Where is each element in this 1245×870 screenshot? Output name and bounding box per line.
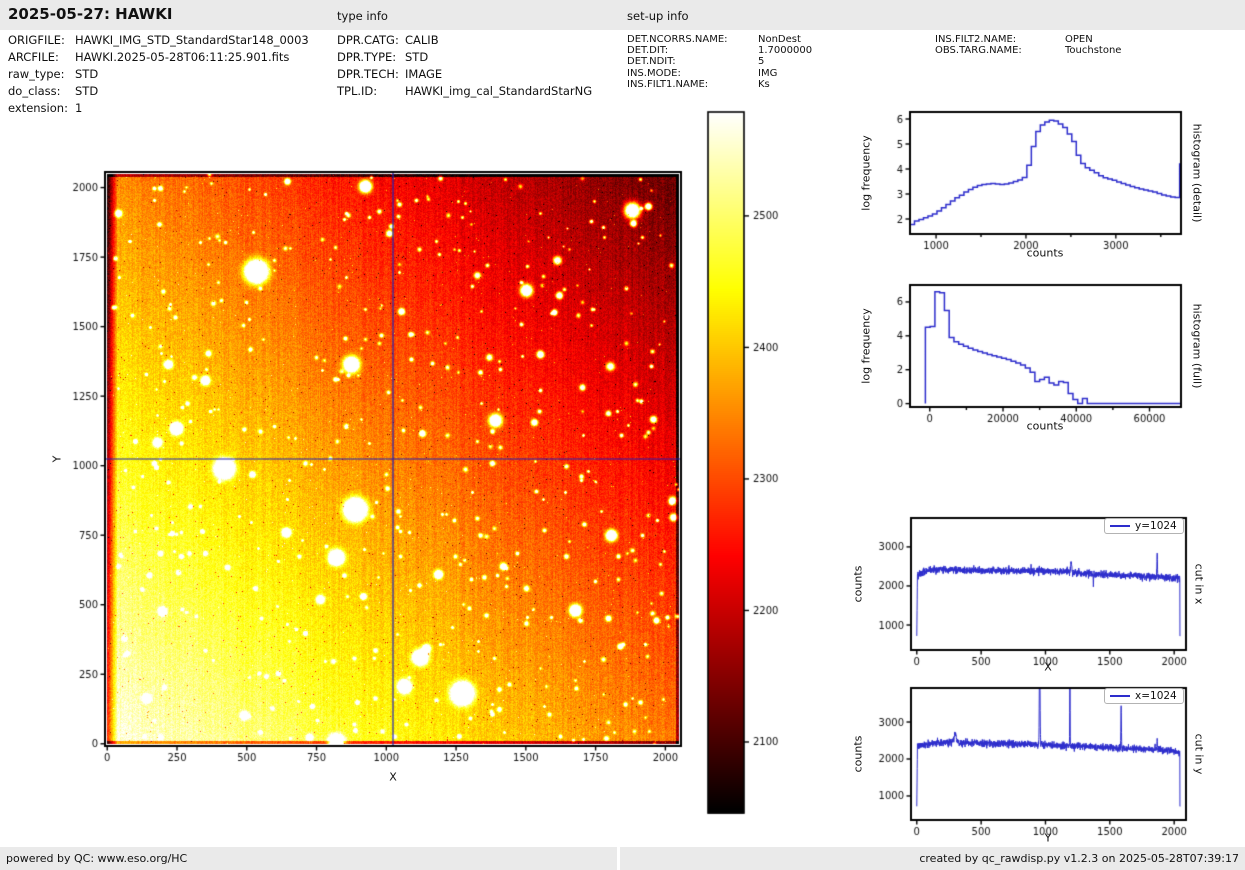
histogram-detail-canvas [875,95,1190,257]
setup-info-column-1: DET.NCORRS.NAME: NonDest DET.DIT: 1.7000000… [627,34,812,90]
field-label: DPR.CATG: [337,33,399,47]
field-label: DET.NDIT: [627,56,676,68]
field-label: raw_type: [8,67,65,81]
cut-x-legend-label: y=1024 [1135,520,1177,532]
field-value: OPEN [1065,34,1093,45]
info-row: DPR.TECH: IMAGE [337,66,592,83]
setup-info-section-label: set-up info [627,9,689,23]
info-row: ARCFILE: HAWKI.2025-05-28T06:11:25.901.fi… [8,49,309,66]
info-row: INS.FILT1.NAME: Ks [627,79,812,90]
field-label: DET.DIT: [627,45,669,57]
field-label: extension: [8,101,68,115]
hist-detail-xlabel: counts [1026,246,1064,260]
info-row: ORIGFILE: HAWKI_IMG_STD_StandardStar148_0… [8,32,309,49]
legend-line-sample [1110,695,1130,697]
field-value: STD [75,67,99,81]
field-value: Ks [758,78,770,90]
field-value: 1 [75,101,83,115]
page-title: 2025-05-27: HAWKI [8,5,173,23]
field-value: STD [75,84,99,98]
histogram-full-canvas [875,268,1190,430]
header-bar [0,0,1245,30]
hist-detail-ylabel: log frequency [859,135,873,211]
type-info-column: DPR.CATG: CALIB DPR.TYPE: STD DPR.TECH: IMAGE… [337,32,592,100]
field-label: INS.FILT1.NAME: [627,78,709,90]
field-label: DPR.TECH: [337,67,399,81]
info-row: DPR.CATG: CALIB [337,32,592,49]
info-row: extension: 1 [8,100,309,117]
field-label: OBS.TARG.NAME: [935,45,1022,57]
footer-powered-by: powered by QC: www.eso.org/HC [0,847,617,870]
cut-y-xlabel: Y [1044,831,1052,845]
info-row: DET.NCORRS.NAME: NonDest [627,34,812,45]
field-value: IMAGE [405,67,443,81]
cut-y-ylabel: counts [851,735,865,773]
info-row: do_class: STD [8,83,309,100]
cut-x-ylabel: counts [851,565,865,603]
field-value: 5 [758,56,765,68]
field-value: HAWKI_img_cal_StandardStarNG [405,84,593,98]
field-value: CALIB [405,33,439,47]
field-value: HAWKI_IMG_STD_StandardStar148_0003 [75,33,309,47]
info-row: TPL.ID: HAWKI_img_cal_StandardStarNG [337,83,592,100]
info-row: DPR.TYPE: STD [337,49,592,66]
type-info-section-label: type info [337,9,388,23]
field-label: TPL.ID: [337,84,378,98]
qc-report-page: 2025-05-27: HAWKI type info set-up info … [0,0,1245,870]
cut-y-legend-label: x=1024 [1135,690,1177,702]
hist-full-ylabel: log frequency [859,308,873,384]
field-value: IMG [758,67,778,79]
hist-full-right-label: histogram (full) [1190,303,1204,389]
field-label: INS.FILT2.NAME: [935,34,1017,45]
cut-y-legend: x=1024 [1104,688,1184,704]
field-label: INS.MODE: [627,67,681,79]
info-row: OBS.TARG.NAME: Touchstone [935,45,1121,56]
field-value: HAWKI.2025-05-28T06:11:25.901.fits [75,50,290,64]
field-value: STD [405,50,429,64]
hist-full-xlabel: counts [1026,419,1064,433]
legend-line-sample [1110,525,1130,527]
cut-x-right-label: cut in x [1192,563,1206,605]
cut-y-right-label: cut in y [1192,733,1206,775]
field-label: ARCFILE: [8,50,59,64]
main-ylabel: Y [50,455,64,463]
hist-detail-right-label: histogram (detail) [1190,123,1204,223]
footer-created-by: created by qc_rawdisp.py v1.2.3 on 2025-… [620,847,1245,870]
field-label: ORIGFILE: [8,33,65,47]
info-row: raw_type: STD [8,66,309,83]
main-xlabel: X [389,770,397,784]
field-label: DPR.TYPE: [337,50,397,64]
main-image-canvas [40,140,700,790]
field-value: 1.7000000 [758,45,813,57]
field-value: Touchstone [1065,45,1122,57]
info-row: INS.MODE: IMG [627,68,812,79]
field-label: do_class: [8,84,61,98]
colorbar-canvas [700,105,810,825]
field-label: DET.NCORRS.NAME: [627,34,728,45]
setup-info-column-2: INS.FILT2.NAME: OPEN OBS.TARG.NAME: Touchst… [935,34,1121,56]
cut-x-legend: y=1024 [1104,518,1184,534]
field-value: NonDest [758,34,801,45]
info-row: DET.DIT: 1.7000000 [627,45,812,56]
info-row: DET.NDIT: 5 [627,56,812,67]
file-info-column: ORIGFILE: HAWKI_IMG_STD_StandardStar148_0… [8,32,309,117]
info-row: INS.FILT2.NAME: OPEN [935,34,1121,45]
